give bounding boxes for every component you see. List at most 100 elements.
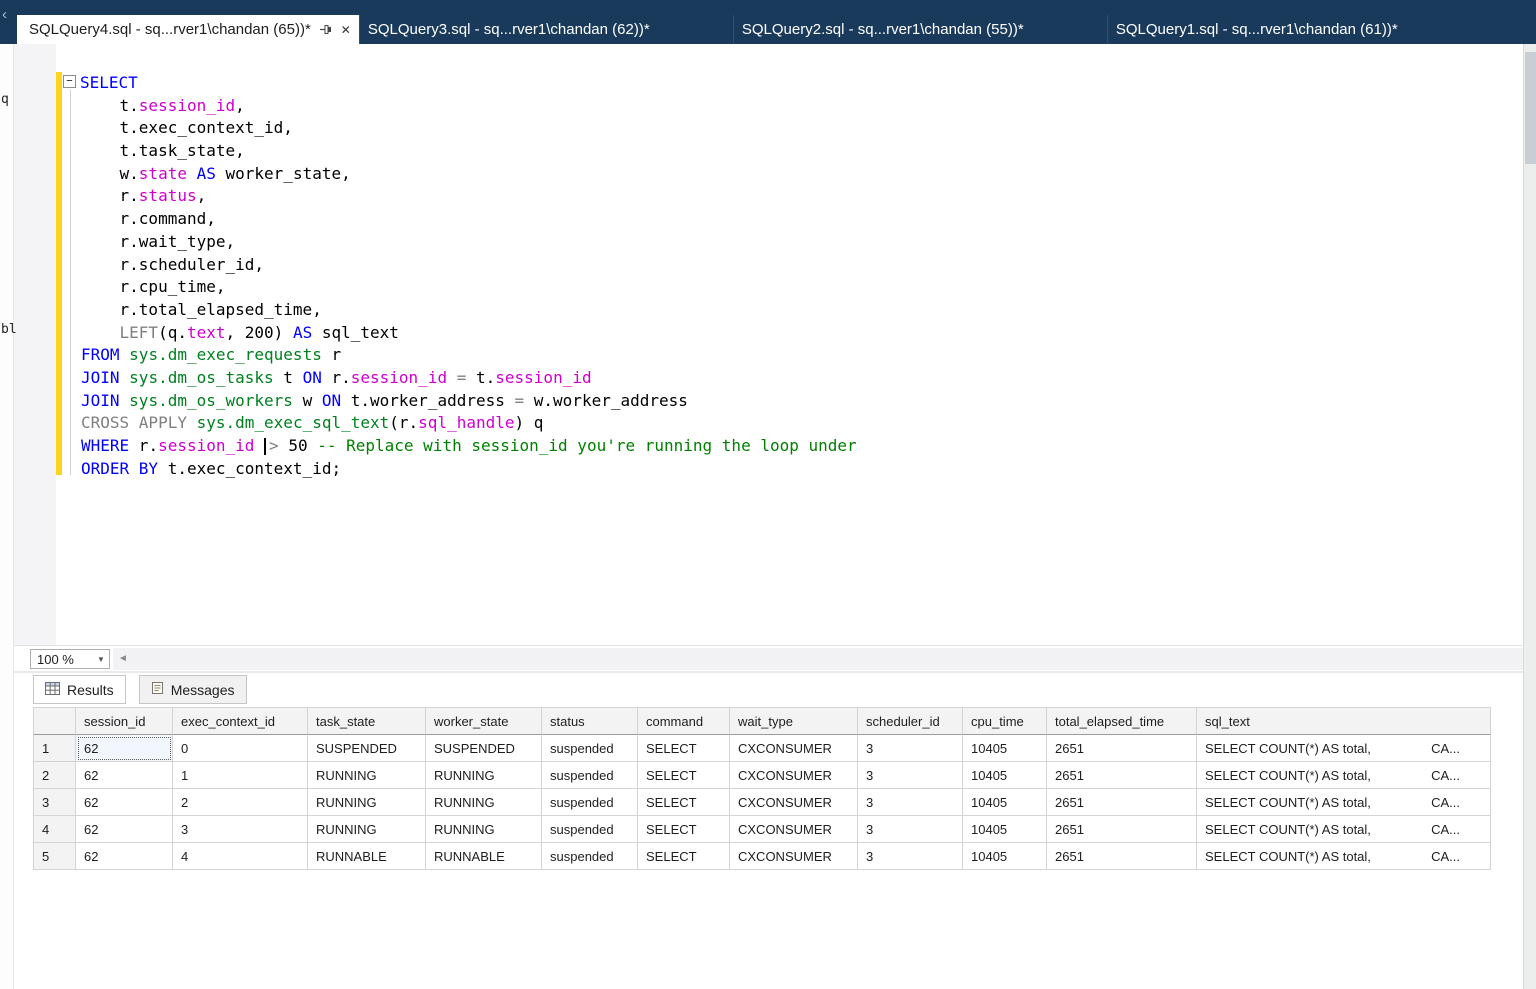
grid-cell[interactable]: 2651 (1047, 762, 1197, 789)
grid-cell[interactable]: RUNNABLE (426, 843, 542, 870)
sql-code[interactable]: −SELECT t.session_id, t.exec_context_id,… (0, 72, 857, 480)
grid-cell[interactable]: 2 (173, 789, 308, 816)
grid-cell[interactable]: CXCONSUMER (730, 843, 858, 870)
grid-cell[interactable]: 2651 (1047, 816, 1197, 843)
grid-column-header[interactable]: worker_state (426, 708, 542, 735)
grid-cell[interactable]: suspended (542, 843, 638, 870)
grid-cell[interactable]: SELECT (638, 762, 730, 789)
grid-corner-cell[interactable] (34, 708, 76, 735)
grid-cell[interactable]: 62 (76, 816, 173, 843)
document-tab-3[interactable]: SQLQuery2.sql - sq...rver1\chandan (55))… (733, 15, 1107, 44)
grid-column-header[interactable]: command (638, 708, 730, 735)
grid-cell[interactable]: suspended (542, 816, 638, 843)
grid-cell[interactable]: 3 (858, 762, 963, 789)
row-number-cell[interactable]: 1 (34, 735, 76, 762)
grid-cell[interactable]: RUNNING (308, 789, 426, 816)
grid-cell[interactable]: RUNNING (426, 816, 542, 843)
grid-cell[interactable]: 10405 (963, 843, 1047, 870)
code-token: t.exec_context_id; (158, 459, 341, 478)
grid-cell[interactable]: 3 (858, 789, 963, 816)
chevron-down-icon[interactable]: ▼ (93, 655, 109, 664)
grid-cell[interactable]: SELECT COUNT(*) AS total,CA... (1197, 789, 1491, 816)
grid-cell[interactable]: 10405 (963, 816, 1047, 843)
sql-text-value: SELECT COUNT(*) AS total, (1205, 795, 1371, 810)
grid-cell[interactable]: SELECT (638, 735, 730, 762)
grid-cell[interactable]: 10405 (963, 735, 1047, 762)
grid-cell[interactable]: suspended (542, 735, 638, 762)
grid-cell[interactable]: 2651 (1047, 843, 1197, 870)
grid-cell[interactable]: 3 (858, 735, 963, 762)
grid-cell[interactable]: RUNNING (426, 789, 542, 816)
document-tab-1[interactable]: SQLQuery4.sql - sq...rver1\chandan (65))… (17, 15, 359, 44)
grid-cell[interactable]: 0 (173, 735, 308, 762)
grid-cell[interactable]: SELECT COUNT(*) AS total,CA... (1197, 762, 1491, 789)
grid-cell[interactable]: SELECT COUNT(*) AS total,CA... (1197, 735, 1491, 762)
row-number-cell[interactable]: 3 (34, 789, 76, 816)
code-line: r.total_elapsed_time, (81, 299, 857, 322)
grid-column-header[interactable]: exec_context_id (173, 708, 308, 735)
grid-cell[interactable]: 1 (173, 762, 308, 789)
grid-column-header[interactable]: status (542, 708, 638, 735)
grid-cell[interactable]: 2651 (1047, 789, 1197, 816)
vertical-scrollbar[interactable] (1523, 44, 1536, 989)
grid-cell[interactable]: RUNNING (308, 762, 426, 789)
grid-cell[interactable]: SELECT (638, 843, 730, 870)
grid-cell[interactable]: 62 (76, 735, 173, 762)
code-token: (r. (389, 413, 418, 432)
grid-cell[interactable]: 4 (173, 843, 308, 870)
grid-column-header[interactable]: session_id (76, 708, 173, 735)
grid-cell[interactable]: CXCONSUMER (730, 735, 858, 762)
code-token: session_id (495, 368, 591, 387)
grid-cell[interactable]: 3 (858, 843, 963, 870)
sql-editor[interactable]: −SELECT t.session_id, t.exec_context_id,… (0, 44, 1523, 645)
grid-cell[interactable]: 10405 (963, 789, 1047, 816)
grid-cell[interactable]: 3 (858, 816, 963, 843)
grid-column-header[interactable]: task_state (308, 708, 426, 735)
grid-cell[interactable]: 3 (173, 816, 308, 843)
grid-column-header[interactable]: cpu_time (963, 708, 1047, 735)
tab-scroll-left-icon[interactable]: ‹ (2, 6, 7, 23)
grid-column-header[interactable]: scheduler_id (858, 708, 963, 735)
grid-cell[interactable]: SELECT COUNT(*) AS total,CA... (1197, 843, 1491, 870)
close-icon[interactable]: ✕ (341, 23, 351, 37)
grid-cell[interactable]: SUSPENDED (426, 735, 542, 762)
sql-text-truncated: CA... (1431, 849, 1460, 864)
grid-cell[interactable]: CXCONSUMER (730, 762, 858, 789)
row-number-cell[interactable]: 5 (34, 843, 76, 870)
code-token (187, 164, 197, 183)
scroll-left-arrow-icon[interactable]: ◄ (118, 653, 128, 664)
document-tab-2[interactable]: SQLQuery3.sql - sq...rver1\chandan (62))… (359, 15, 733, 44)
grid-cell[interactable]: CXCONSUMER (730, 789, 858, 816)
document-tab-4[interactable]: SQLQuery1.sql - sq...rver1\chandan (61))… (1107, 15, 1481, 44)
grid-cell[interactable]: CXCONSUMER (730, 816, 858, 843)
grid-cell[interactable]: RUNNING (308, 816, 426, 843)
row-number-cell[interactable]: 2 (34, 762, 76, 789)
grid-cell[interactable]: 10405 (963, 762, 1047, 789)
grid-cell[interactable]: 62 (76, 762, 173, 789)
grid-cell[interactable]: SELECT (638, 789, 730, 816)
grid-cell[interactable]: RUNNABLE (308, 843, 426, 870)
grid-cell[interactable]: 62 (76, 843, 173, 870)
fold-collapse-icon[interactable]: − (63, 75, 76, 88)
grid-cell[interactable]: SELECT (638, 816, 730, 843)
grid-cell[interactable]: 62 (76, 789, 173, 816)
grid-column-header[interactable]: total_elapsed_time (1047, 708, 1197, 735)
grid-cell[interactable]: suspended (542, 762, 638, 789)
row-number-cell[interactable]: 4 (34, 816, 76, 843)
results-tab-messages[interactable]: Messages (139, 675, 247, 704)
grid-cell[interactable]: SUSPENDED (308, 735, 426, 762)
grid-cell[interactable]: suspended (542, 789, 638, 816)
zoom-level-combo[interactable]: 100 % ▼ (30, 649, 110, 669)
pin-icon[interactable] (320, 23, 333, 36)
horizontal-scrollbar[interactable]: ◄ (113, 648, 1523, 670)
grid-column-header[interactable]: sql_text (1197, 708, 1491, 735)
grid-cell[interactable]: SELECT COUNT(*) AS total,CA... (1197, 816, 1491, 843)
results-tab-results[interactable]: Results (33, 675, 126, 704)
code-token: r.command, (81, 209, 216, 228)
code-line: −SELECT (81, 72, 857, 95)
code-line: ORDER BY t.exec_context_id; (81, 458, 857, 481)
grid-cell[interactable]: RUNNING (426, 762, 542, 789)
grid-column-header[interactable]: wait_type (730, 708, 858, 735)
vertical-scrollbar-thumb[interactable] (1525, 52, 1536, 164)
grid-cell[interactable]: 2651 (1047, 735, 1197, 762)
